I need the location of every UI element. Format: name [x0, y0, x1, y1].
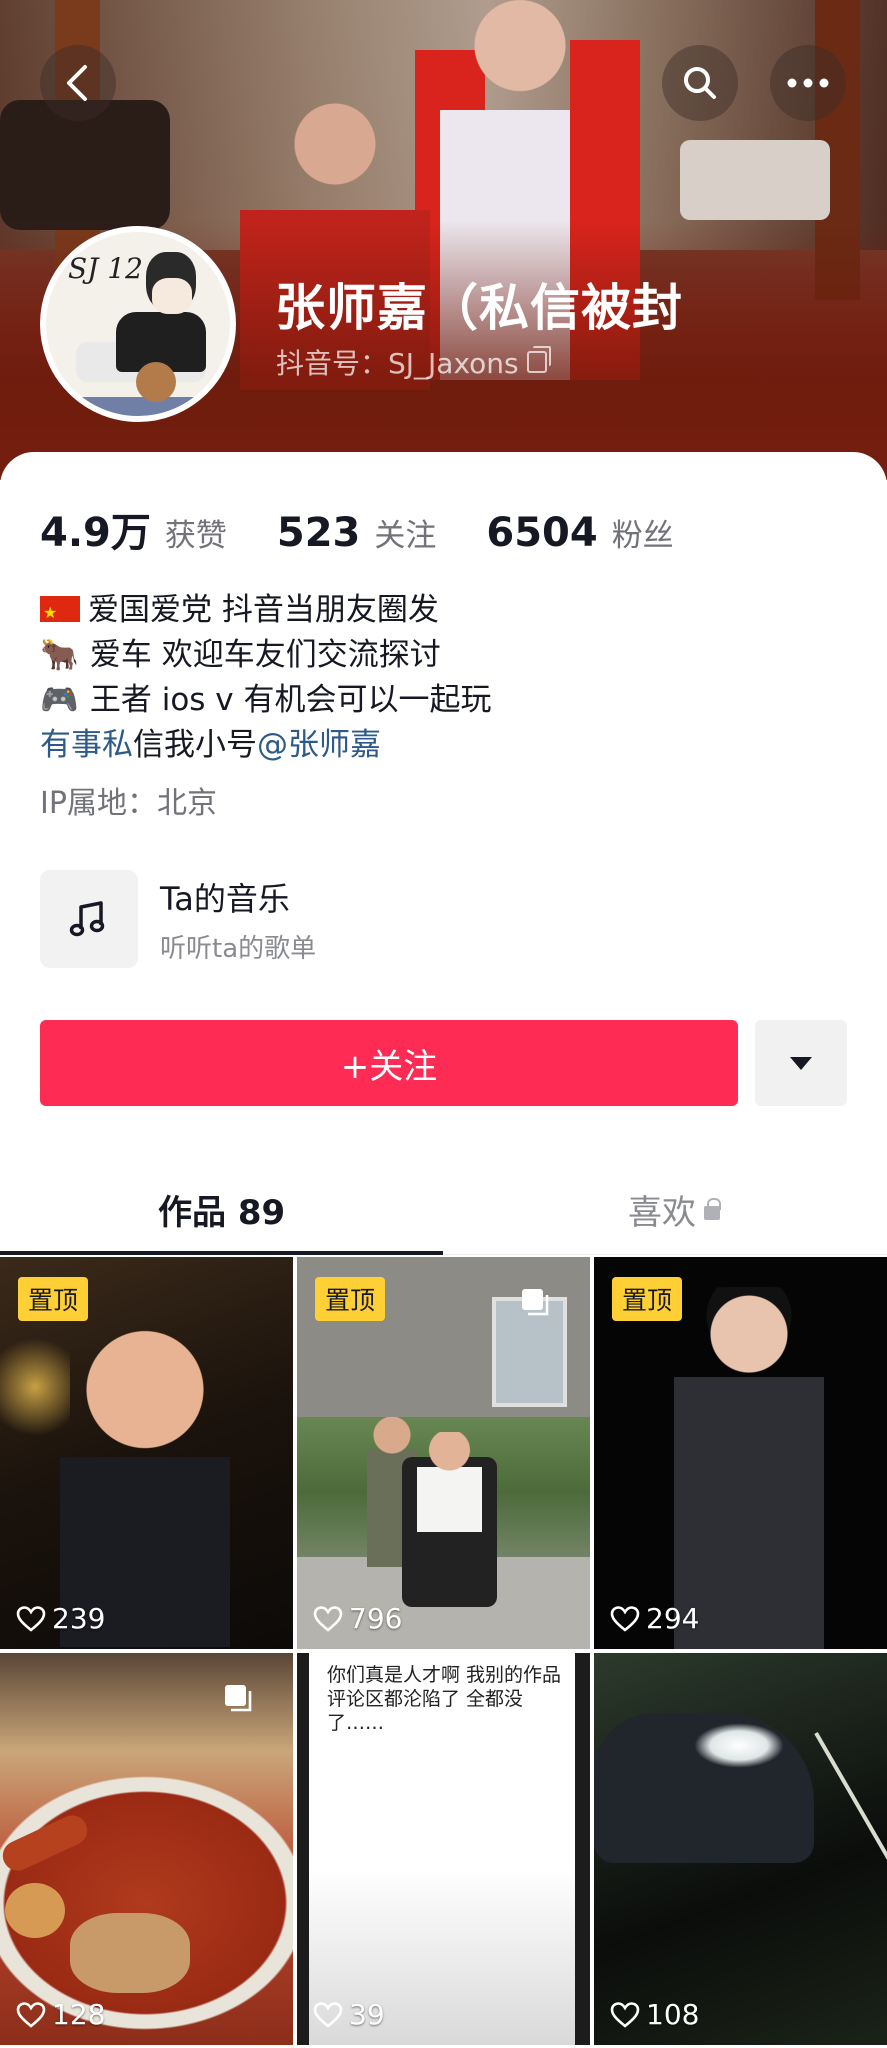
pinned-badge: 置顶: [612, 1277, 683, 1321]
follow-button[interactable]: +关注: [40, 1020, 738, 1106]
video-grid: 置顶 239 置顶 796 置顶 294 128 你们真是人才啊 我别的作品评论…: [0, 1257, 887, 2048]
bio-text: 爱国爱党 抖音当朋友圈发: [88, 592, 439, 628]
bio-line: 有事私信我小号@张师嘉: [40, 723, 492, 768]
like-count: 294: [610, 1602, 699, 1635]
like-count: 239: [16, 1602, 105, 1635]
music-title: Ta的音乐: [160, 879, 290, 918]
bio-text: 爱车 欢迎车友们交流探讨: [89, 637, 441, 673]
music-note-icon: [40, 870, 138, 968]
bio-text: 信我小号: [133, 727, 257, 763]
recommend-dropdown-button[interactable]: [755, 1020, 847, 1106]
ip-location: IP属地：北京: [40, 786, 217, 821]
heart-icon: [313, 2001, 343, 2028]
like-count: 128: [16, 1998, 105, 2031]
multi-image-icon: [522, 1289, 549, 1316]
lock-icon: [704, 1197, 721, 1220]
search-button[interactable]: [662, 45, 738, 121]
stat-likes: 4.9万 获赞: [40, 500, 227, 558]
douyin-id[interactable]: 抖音号：SJ_Jaxons: [276, 342, 551, 382]
content-tabs: 作品 89 喜欢: [0, 1165, 887, 1255]
video-tile[interactable]: 108: [594, 1653, 887, 2045]
douyin-id-text: 抖音号：SJ_Jaxons: [276, 347, 519, 380]
tab-works[interactable]: 作品 89: [158, 1185, 285, 1234]
music-entry[interactable]: Ta的音乐 听听ta的歌单: [40, 870, 316, 968]
bio-line: 🎮 王者 ios v 有机会可以一起玩: [40, 678, 492, 723]
bio: 爱国爱党 抖音当朋友圈发 🐂 爱车 欢迎车友们交流探讨 🎮 王者 ios v 有…: [40, 588, 492, 768]
multi-image-icon: [225, 1685, 252, 1712]
avatar[interactable]: SJ 12: [40, 226, 236, 422]
profile-name: 张师嘉（私信被封: [275, 279, 683, 337]
more-icon: [787, 78, 829, 88]
heart-icon: [16, 2001, 46, 2028]
back-button[interactable]: [40, 45, 116, 121]
stat-label: 粉丝: [611, 518, 674, 554]
ox-icon: 🐂: [40, 637, 79, 673]
video-tile[interactable]: 你们真是人才啊 我别的作品评论区都沦陷了 全都没了…… 39: [297, 1653, 590, 2045]
gamepad-icon: 🎮: [40, 682, 79, 718]
heart-icon: [313, 1605, 343, 1632]
pinned-badge: 置顶: [18, 1277, 89, 1321]
more-button[interactable]: [770, 45, 846, 121]
tab-likes[interactable]: 喜欢: [628, 1185, 721, 1234]
video-tile[interactable]: 128: [0, 1653, 293, 2045]
stat-label: 关注: [374, 518, 437, 554]
like-count: 108: [610, 1998, 699, 2031]
music-subtitle: 听听ta的歌单: [160, 933, 317, 964]
video-tile[interactable]: 置顶 294: [594, 1257, 887, 1649]
bio-link[interactable]: 有事私: [40, 727, 133, 763]
tab-likes-label: 喜欢: [628, 1193, 696, 1233]
heart-icon: [16, 1605, 46, 1632]
banner-bed: [680, 140, 830, 220]
bio-text: 王者 ios v 有机会可以一起玩: [89, 682, 492, 718]
video-tile[interactable]: 置顶 239: [0, 1257, 293, 1649]
stat-value: 4.9万: [40, 510, 151, 556]
heart-icon: [610, 2001, 640, 2028]
bio-line: 🐂 爱车 欢迎车友们交流探讨: [40, 633, 492, 678]
bio-line: 爱国爱党 抖音当朋友圈发: [40, 588, 492, 635]
avatar-text: SJ 12: [68, 252, 143, 285]
stat-value: 523: [276, 510, 361, 556]
stat-following[interactable]: 523 关注: [277, 510, 437, 556]
stat-value: 6504: [486, 510, 598, 556]
copy-icon[interactable]: [526, 346, 551, 373]
video-thumbnail: [674, 1287, 824, 1649]
video-caption-text: 你们真是人才啊 我别的作品评论区都沦陷了 全都没了……: [327, 1664, 562, 1734]
video-tile[interactable]: 置顶 796: [297, 1257, 590, 1649]
back-icon: [67, 65, 87, 101]
video-thumbnail: [60, 1317, 230, 1647]
stat-label: 获赞: [164, 518, 227, 554]
search-icon: [684, 67, 716, 99]
stat-followers[interactable]: 6504 粉丝: [486, 510, 673, 556]
dropdown-triangle-icon: [790, 1057, 812, 1070]
heart-icon: [610, 1605, 640, 1632]
profile-card: [0, 452, 887, 1262]
china-flag-icon: [40, 590, 80, 635]
like-count: 796: [313, 1602, 402, 1635]
like-count: 39: [313, 1998, 385, 2031]
mention-link[interactable]: @张师嘉: [257, 727, 381, 763]
stats-row: 4.9万 获赞 523 关注 6504 粉丝: [40, 500, 724, 558]
pinned-badge: 置顶: [315, 1277, 386, 1321]
tab-indicator: [0, 1251, 443, 1255]
